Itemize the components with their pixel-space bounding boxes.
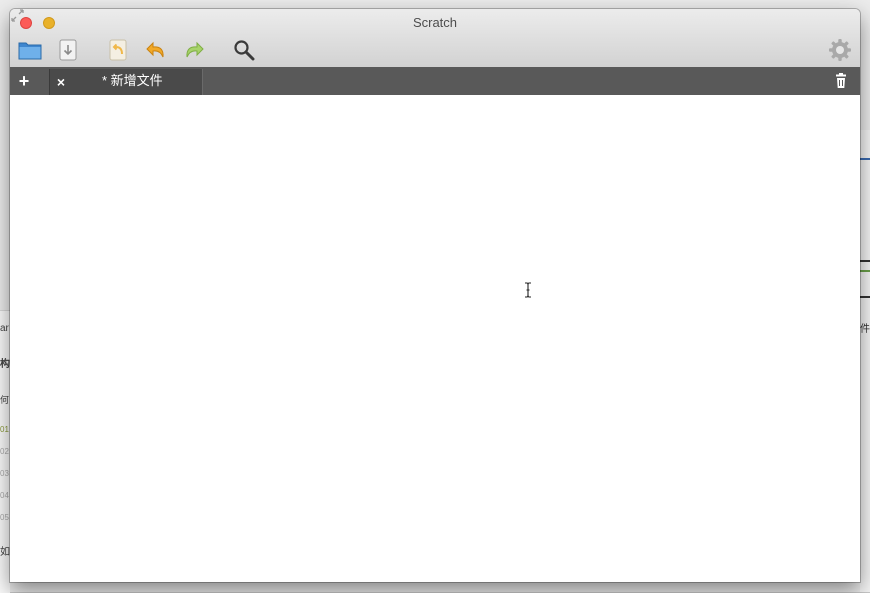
search-icon (234, 40, 255, 61)
settings-button[interactable] (828, 38, 852, 62)
bg-divider (860, 270, 870, 272)
bg-text: 03 (0, 469, 9, 478)
bg-text: 何 (0, 395, 10, 405)
gear-icon (829, 39, 851, 61)
text-cursor-icon (524, 282, 532, 298)
bg-divider (860, 158, 870, 160)
background-window-right-edge: 件 (860, 130, 870, 592)
trash-icon (836, 73, 846, 88)
search-button[interactable] (231, 39, 257, 61)
bg-text: 04 (0, 491, 9, 500)
undo-icon (146, 41, 164, 58)
bg-text: 02 (0, 447, 9, 456)
tab-label: * 新增文件 (102, 73, 163, 88)
trash-button[interactable] (834, 73, 848, 89)
window-title: Scratch (412, 15, 458, 30)
folder-icon (18, 42, 42, 60)
text-editor[interactable] (10, 95, 860, 582)
redo-icon (186, 41, 204, 58)
save-button[interactable] (55, 39, 81, 61)
scratch-window: Scratch + × * 新增文件 (10, 9, 860, 582)
open-button[interactable] (17, 39, 43, 61)
bg-text: ar (0, 323, 9, 334)
bg-divider (860, 296, 870, 298)
undo-button[interactable] (143, 39, 169, 61)
new-tab-button[interactable]: + (16, 67, 32, 95)
background-window-left-edge: ar 构 何 01 02 03 04 05 如 (0, 310, 10, 593)
bg-text: 如 (0, 547, 10, 558)
tab-new-document[interactable]: × * 新增文件 (49, 69, 203, 95)
tab-close-button[interactable]: × (55, 69, 67, 95)
revert-icon (109, 39, 127, 61)
download-icon (59, 39, 77, 61)
redo-button[interactable] (181, 39, 207, 61)
bg-divider (860, 260, 870, 262)
bg-text: 件 (860, 324, 870, 335)
bg-text: 01 (0, 425, 9, 434)
bg-text: 05 (0, 513, 9, 522)
title-bar: Scratch (10, 9, 860, 68)
bg-text: 构 (0, 359, 10, 370)
tab-bar: + × * 新增文件 (10, 67, 860, 95)
revert-button[interactable] (105, 39, 131, 61)
